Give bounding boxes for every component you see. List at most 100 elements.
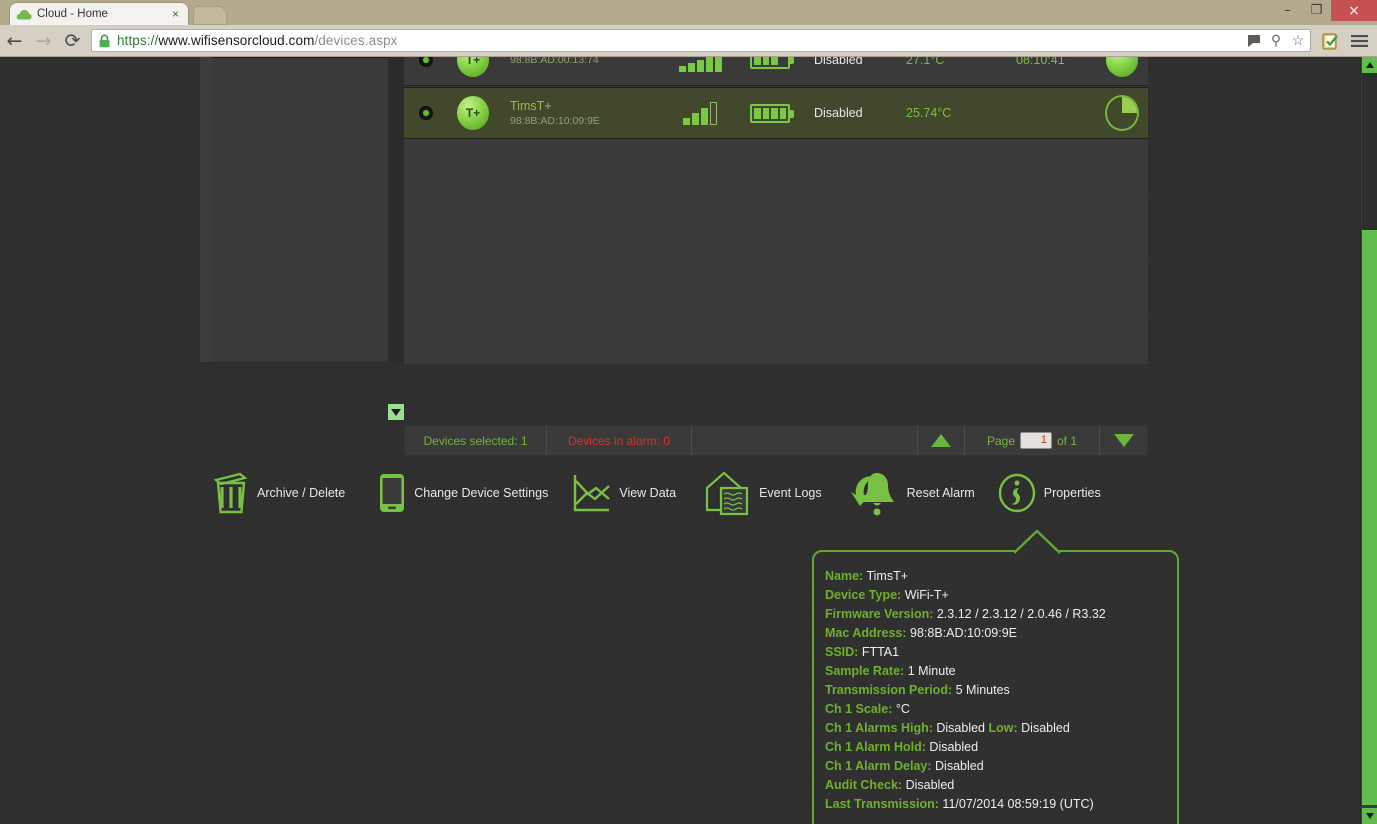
reset-alarm-button[interactable]: Reset Alarm [848, 467, 975, 519]
reload-button[interactable]: ⟳ [58, 26, 87, 55]
left-panel-scrollbar[interactable] [388, 57, 404, 362]
properties-button[interactable]: Properties [997, 472, 1101, 514]
property-key: Last Transmission: [825, 797, 939, 811]
page-prefix-label: Page [986, 433, 1015, 448]
device-name-cell: TimsT+ 98:8B:AD:10:09:9E [498, 99, 668, 128]
page-number-input[interactable]: 1 [1020, 432, 1052, 449]
properties-list: Name: TimsT+ Device Type: WiFi-T+ Firmwa… [814, 552, 1177, 814]
radio-icon [419, 57, 433, 67]
left-panel [212, 57, 388, 362]
property-value: FTTA1 [861, 645, 900, 659]
line-chart-icon [572, 472, 612, 514]
table-row[interactable]: T+ TimsT+ 98:8B:AD:10:09:9E Disabled 25.… [404, 87, 1148, 139]
view-data-label: View Data [619, 486, 677, 500]
property-row: Name: TimsT+ [825, 567, 1177, 586]
row-select-radio[interactable] [404, 57, 448, 67]
property-row: Mac Address: 98:8B:AD:10:09:9E [825, 624, 1177, 643]
bookmark-star-icon[interactable]: ☆ [1288, 31, 1308, 51]
tab-close-icon[interactable]: × [169, 8, 182, 20]
archive-delete-label: Archive / Delete [257, 486, 346, 500]
minimize-button[interactable]: – [1273, 0, 1302, 21]
property-row: Ch 1 Alarm Delay: Disabled [825, 757, 1177, 776]
toolbar-right [1317, 27, 1377, 55]
new-tab-button[interactable] [193, 6, 227, 25]
pie-chart-icon [1106, 57, 1138, 77]
forward-button[interactable]: → [29, 26, 58, 55]
signal-strength-icon [668, 57, 734, 72]
window-controls: – ❐ × [1273, 0, 1377, 25]
info-circle-icon [997, 472, 1037, 514]
url-path: /devices.aspx [314, 33, 398, 48]
property-row: Ch 1 Alarms High: Disabled Low: Disabled [825, 719, 1177, 738]
event-log-icon [704, 468, 752, 518]
status-spacer [692, 426, 918, 455]
pie-chart-icon [1105, 95, 1139, 131]
property-value-secondary: Disabled [1021, 721, 1070, 735]
property-row: Ch 1 Alarm Hold: Disabled [825, 738, 1177, 757]
property-key: SSID: [825, 645, 859, 659]
trash-icon [212, 471, 250, 515]
property-key: Firmware Version: [825, 607, 934, 621]
reading-mode-icon[interactable] [1244, 31, 1264, 51]
zoom-search-icon[interactable]: ⚲ [1266, 31, 1286, 51]
event-logs-label: Event Logs [759, 486, 822, 500]
left-panel-scroll-down-button[interactable] [388, 404, 404, 420]
scroll-down-button[interactable] [1362, 808, 1377, 824]
page-up-button[interactable] [918, 426, 965, 455]
triangle-down-icon [391, 408, 401, 416]
property-key: Ch 1 Alarms High: [825, 721, 933, 735]
property-key: Name: [825, 569, 864, 583]
tablet-icon [377, 472, 407, 514]
battery-icon [734, 103, 806, 123]
alarm-status: Disabled [814, 57, 863, 67]
alarm-status: Disabled [814, 106, 863, 120]
extension-checklist-icon[interactable] [1317, 27, 1345, 55]
address-bar[interactable]: https://www.wifisensorcloud.com/devices.… [91, 29, 1311, 52]
view-data-button[interactable]: View Data [572, 472, 676, 514]
close-window-button[interactable]: × [1331, 0, 1377, 21]
property-key: Device Type: [825, 588, 902, 602]
property-value: Disabled [936, 721, 986, 735]
radio-icon [419, 106, 433, 120]
property-key: Mac Address: [825, 626, 907, 640]
table-row[interactable]: T+ 98:8B:AD:00:13:74 Disabled 27.1°C 08:… [404, 57, 1148, 86]
change-device-settings-label: Change Device Settings [414, 486, 549, 500]
property-value: 2.3.12 / 2.3.12 / 2.0.46 / R3.32 [936, 607, 1106, 621]
triangle-up-icon [931, 434, 951, 447]
device-table: T+ 98:8B:AD:00:13:74 Disabled 27.1°C 08:… [404, 57, 1148, 364]
url-host: www.wifisensorcloud.com [158, 33, 315, 48]
tab-strip: Cloud - Home × – ❐ × [0, 0, 1377, 25]
temperature-value: 25.74°C [906, 106, 952, 120]
reset-alarm-label: Reset Alarm [906, 486, 975, 500]
page-down-button[interactable] [1100, 426, 1147, 455]
property-value: Disabled [905, 778, 955, 792]
page-scrollbar[interactable] [1360, 57, 1377, 824]
bell-reset-icon [848, 467, 900, 519]
archive-delete-button[interactable]: Archive / Delete [212, 471, 345, 515]
event-logs-button[interactable]: Event Logs [704, 468, 822, 518]
battery-icon [734, 57, 806, 69]
browser-tab[interactable]: Cloud - Home × [10, 3, 188, 25]
property-row: Ch 1 Scale: °C [825, 700, 1177, 719]
browser-window: Cloud - Home × – ❐ × ← → ⟳ https://www.w… [0, 0, 1377, 824]
scrollbar-thumb[interactable] [1362, 230, 1377, 805]
triangle-down-icon [1113, 434, 1134, 447]
back-button[interactable]: ← [0, 26, 29, 55]
page-suffix-label: of 1 [1057, 433, 1078, 448]
url-text: https://www.wifisensorcloud.com/devices.… [117, 33, 398, 48]
property-row: Firmware Version: 2.3.12 / 2.3.12 / 2.0.… [825, 605, 1177, 624]
scroll-up-button[interactable] [1362, 57, 1377, 73]
row-select-radio[interactable] [404, 106, 448, 120]
property-value: °C [895, 702, 910, 716]
device-name: TimsT+ [510, 98, 552, 113]
left-gutter [200, 57, 212, 362]
maximize-button[interactable]: ❐ [1302, 0, 1331, 21]
chrome-menu-icon[interactable] [1345, 27, 1373, 55]
padlock-icon [98, 34, 111, 48]
device-name-cell: 98:8B:AD:00:13:74 [498, 57, 668, 67]
property-value: Disabled [935, 759, 984, 773]
property-value: WiFi-T+ [904, 588, 949, 602]
change-device-settings-button[interactable]: Change Device Settings [377, 472, 548, 514]
property-row: Last Transmission: 11/07/2014 08:59:19 (… [825, 795, 1177, 814]
scrollbar-track[interactable] [1362, 73, 1377, 230]
